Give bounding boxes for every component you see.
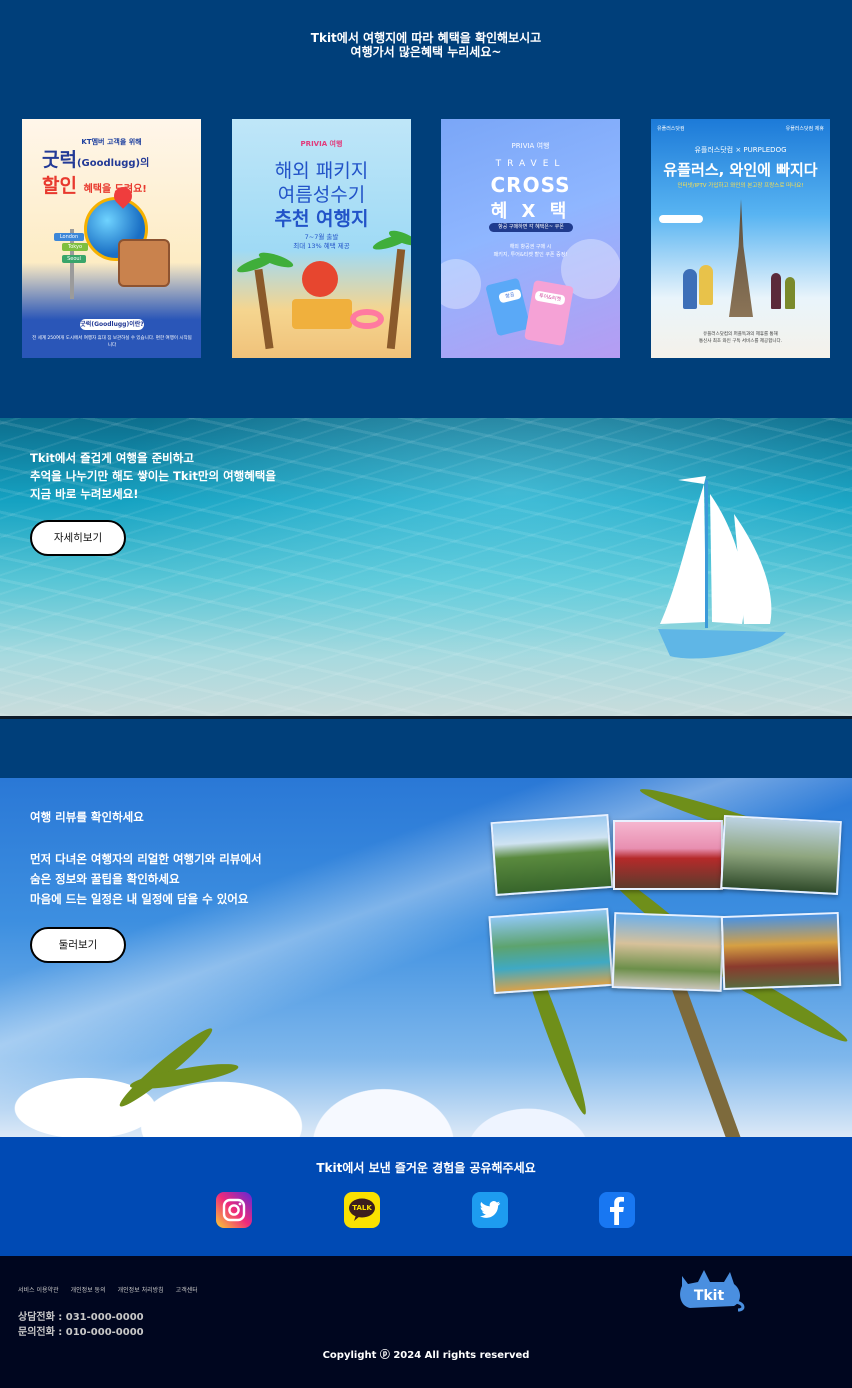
twitter-glyph xyxy=(479,1201,501,1218)
card-footnote: 전 세계 250여개 도시에서 여행자 휴대 짐 보관하실 수 있습니다. 편한… xyxy=(32,336,192,348)
ticket-tour xyxy=(524,279,574,347)
footer-link-consent[interactable]: 개인정보 동의 xyxy=(71,1285,106,1294)
card-brand: PRIVIA 여행 xyxy=(300,140,343,148)
facebook-glyph xyxy=(610,1196,624,1225)
twitter-icon[interactable] xyxy=(472,1192,508,1228)
card-pill: 굿럭(Goodlugg)이란? xyxy=(80,319,144,330)
eiffel-tower-illustration xyxy=(729,199,753,317)
ticket-flight xyxy=(485,277,531,337)
sign-seoul: Seoul xyxy=(62,255,86,263)
details-button[interactable]: 자세히보기 xyxy=(30,520,126,556)
card-kicker: KT멤버 고객을 위해 xyxy=(81,138,142,146)
footer-link-support[interactable]: 고객센터 xyxy=(176,1285,198,1294)
footer-link-terms[interactable]: 서비스 이용약관 xyxy=(18,1285,59,1294)
pedestal xyxy=(292,299,352,329)
instagram-icon[interactable] xyxy=(216,1192,252,1228)
traveler-illustration xyxy=(699,265,713,305)
reviews-title: 여행 리뷰를 확인하세요 xyxy=(30,810,144,824)
airplane-illustration xyxy=(659,215,703,223)
footer-links: 서비스 이용약관 개인정보 동의 개인정보 처리방침 고객센터 xyxy=(18,1285,198,1294)
reviews-section: 여행 리뷰를 확인하세요 먼저 다녀온 여행자의 리얼한 여행기와 리뷰에서 숨… xyxy=(0,778,852,1144)
sign-tokyo: Tokyo xyxy=(62,243,88,251)
svg-text:Tkit: Tkit xyxy=(694,1288,725,1304)
swim-ring xyxy=(350,309,384,329)
review-photo-beach[interactable] xyxy=(488,907,614,995)
card-title: 해외 패키지 여름성수기 추천 여행지 xyxy=(274,160,369,230)
card-bar: 항공 구매하면 각 혜택은~ 쿠폰 xyxy=(489,223,573,232)
card-title: CROSS xyxy=(490,173,571,197)
review-photo-mountain[interactable] xyxy=(490,813,614,897)
sailboat-icon xyxy=(658,476,786,659)
card-description: 해외 항공권 구매 시 패키지, 투어&티켓 할인 쿠폰 증정! xyxy=(493,244,568,258)
card-subtitle: 혜 X 택 xyxy=(490,201,571,222)
benefits-heading: Tkit에서 여행지에 따라 혜택을 확인해보시고 여행가서 많은혜택 누리세요… xyxy=(310,31,542,59)
traveler-illustration xyxy=(683,269,697,309)
tkit-logo[interactable]: Tkit xyxy=(676,1268,746,1312)
wine-bottle-illustration xyxy=(785,277,795,309)
card-travel: TRAVEL xyxy=(495,159,566,169)
palm-frond xyxy=(128,1059,240,1094)
footer-link-privacy[interactable]: 개인정보 처리방침 xyxy=(118,1285,164,1294)
site-footer: 서비스 이용약관 개인정보 동의 개인정보 처리방침 고객센터 상담전화 : 0… xyxy=(0,1256,852,1388)
section-divider xyxy=(0,719,852,778)
facebook-icon[interactable] xyxy=(599,1192,635,1228)
card-subtitle: 인터넷/IPTV 가입하고 와인의 본고장 프랑스로 떠나요! xyxy=(677,183,804,189)
kakaotalk-label: TALK xyxy=(352,1204,372,1212)
card-footnote: 유플러스닷컴의 퍼플독과의 제휴를 통해 통신사 최초 와인 구독 서비스를 제… xyxy=(698,332,783,344)
reviews-description: 먼저 다녀온 여행자의 리얼한 여행기와 리뷰에서 숨은 정보와 꿀팁을 확인하… xyxy=(30,852,262,906)
browse-button[interactable]: 둘러보기 xyxy=(30,927,126,963)
palm-tree xyxy=(254,268,274,350)
benefit-card-goodlugg[interactable]: KT멤버 고객을 위해 굿럭(Goodlugg)의 할인 혜택을 드려요! Lo… xyxy=(22,119,201,358)
share-title: Tkit에서 보낸 즐거운 경험을 공유해주세요 xyxy=(316,1161,536,1175)
benefit-card-uplus-wine[interactable]: 유플러스닷컴 유플러스닷컴 제휴 유플러스닷컴 × PURPLEDOG 유플러스… xyxy=(651,119,830,358)
contact-phone: 상담전화 : 031-000-0000 xyxy=(18,1312,144,1323)
beach-toy xyxy=(302,261,338,297)
review-photo-temple[interactable] xyxy=(613,820,723,890)
benefit-card-travel-cross[interactable]: PRIVIA 여행 TRAVEL CROSS 혜 X 택 항공 구매하면 각 혜… xyxy=(441,119,620,358)
sign-london: London xyxy=(54,233,84,241)
review-photo-city[interactable] xyxy=(720,814,842,896)
benefits-section: Tkit에서 여행지에 따라 혜택을 확인해보시고 여행가서 많은혜택 누리세요… xyxy=(0,0,852,418)
instagram-glyph xyxy=(222,1198,246,1222)
review-photo-cathedral[interactable] xyxy=(720,911,842,991)
card-title: 유플러스, 와인에 빠지다 xyxy=(663,161,818,179)
decor-bubble xyxy=(441,259,481,309)
benefit-card-privia-package[interactable]: PRIVIA 여행 해외 패키지 여름성수기 추천 여행지 7~7월 출발 최대… xyxy=(232,119,411,358)
kakaotalk-icon[interactable]: TALK xyxy=(344,1192,380,1228)
palm-tree xyxy=(386,248,406,350)
review-photo-capitol[interactable] xyxy=(611,912,725,992)
footer-contact: 상담전화 : 031-000-0000 문의전화 : 010-000-0000 xyxy=(18,1310,144,1340)
sea-promo-text: Tkit에서 즐겁게 여행을 준비하고 추억을 나누기만 해도 쌓이는 Tkit… xyxy=(30,451,276,501)
wine-bottle-illustration xyxy=(771,273,781,309)
suitcase-illustration xyxy=(118,239,170,287)
share-section: Tkit에서 보낸 즐거운 경험을 공유해주세요 TALK xyxy=(0,1137,852,1256)
inquiry-phone: 문의전화 : 010-000-0000 xyxy=(18,1327,144,1338)
palm-leaf xyxy=(257,249,295,271)
card-brand-partner: 유플러스닷컴 제휴 xyxy=(785,126,824,132)
card-brand: PRIVIA 여행 xyxy=(511,142,550,150)
card-collab: 유플러스닷컴 × PURPLEDOG xyxy=(694,146,787,154)
copyright: Copylight ⓟ 2024 All rights reserved xyxy=(322,1350,530,1361)
card-title: 굿럭(Goodlugg)의 할인 혜택을 드려요! xyxy=(42,149,150,197)
